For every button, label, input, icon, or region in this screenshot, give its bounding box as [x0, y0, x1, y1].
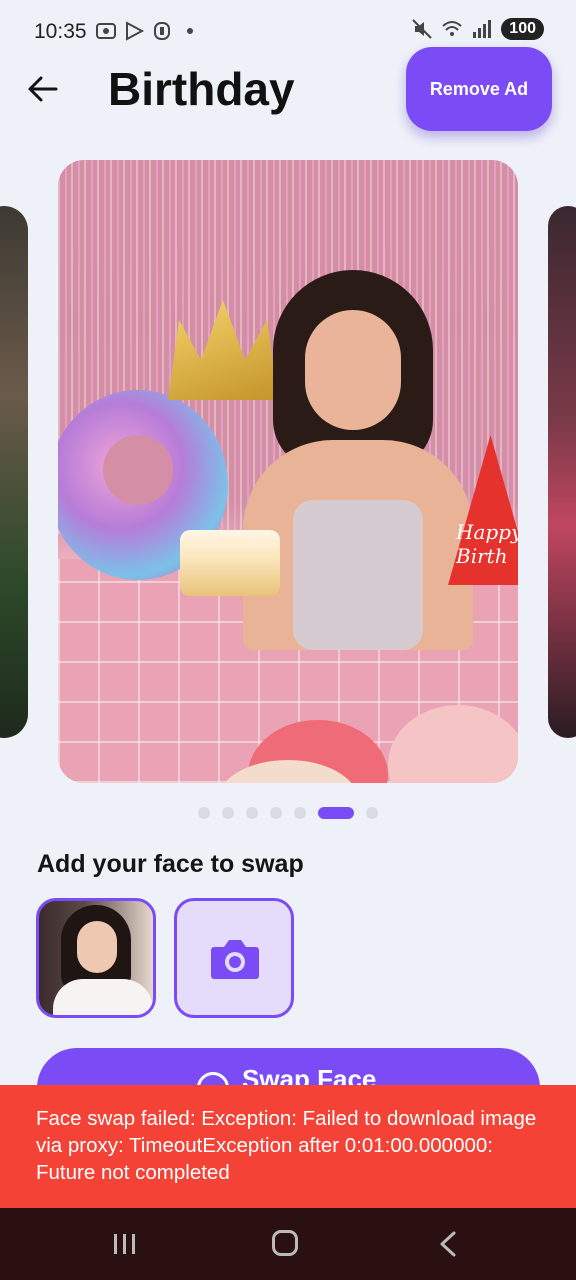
remove-ad-button[interactable]: Remove Ad — [406, 47, 552, 131]
selected-face-thumbnail[interactable] — [36, 898, 156, 1018]
template-person — [243, 270, 473, 650]
system-nav-bar — [0, 1208, 576, 1280]
mute-icon — [412, 19, 433, 39]
nav-back-icon[interactable] — [436, 1230, 460, 1258]
page-dot[interactable] — [366, 807, 378, 819]
back-arrow-icon[interactable] — [26, 72, 60, 106]
page-dot-active[interactable] — [318, 807, 354, 819]
battery-indicator: 100 — [501, 18, 544, 40]
carousel-next-card[interactable] — [548, 206, 576, 738]
notification-dot — [187, 28, 193, 34]
party-hat-text: Happy Birth — [456, 520, 518, 568]
status-left-icons — [95, 20, 193, 42]
status-right-icons: 100 — [411, 18, 544, 40]
shield-icon — [154, 22, 170, 40]
recent-apps-icon[interactable] — [112, 1232, 138, 1256]
section-heading: Add your face to swap — [37, 850, 304, 878]
camera-icon — [211, 940, 259, 979]
page-dot[interactable] — [222, 807, 234, 819]
wifi-icon — [442, 21, 462, 36]
screenshot-icon — [96, 23, 116, 39]
home-icon[interactable] — [272, 1230, 298, 1256]
error-snackbar: Face swap failed: Exception: Failed to d… — [0, 1085, 576, 1208]
page-dot[interactable] — [294, 807, 306, 819]
page-dot[interactable] — [246, 807, 258, 819]
page-dot[interactable] — [198, 807, 210, 819]
status-time: 10:35 — [34, 20, 87, 43]
signal-icon — [473, 20, 492, 38]
birthday-cake — [180, 530, 280, 596]
page-title: Birthday — [108, 63, 295, 115]
page-dot[interactable] — [270, 807, 282, 819]
play-store-icon — [126, 21, 145, 41]
camera-button[interactable] — [174, 898, 294, 1018]
error-message: Face swap failed: Exception: Failed to d… — [36, 1107, 537, 1184]
template-image-card[interactable]: Happy Birth — [58, 160, 518, 783]
carousel-prev-card[interactable] — [0, 206, 28, 738]
carousel-page-indicator — [198, 807, 378, 819]
